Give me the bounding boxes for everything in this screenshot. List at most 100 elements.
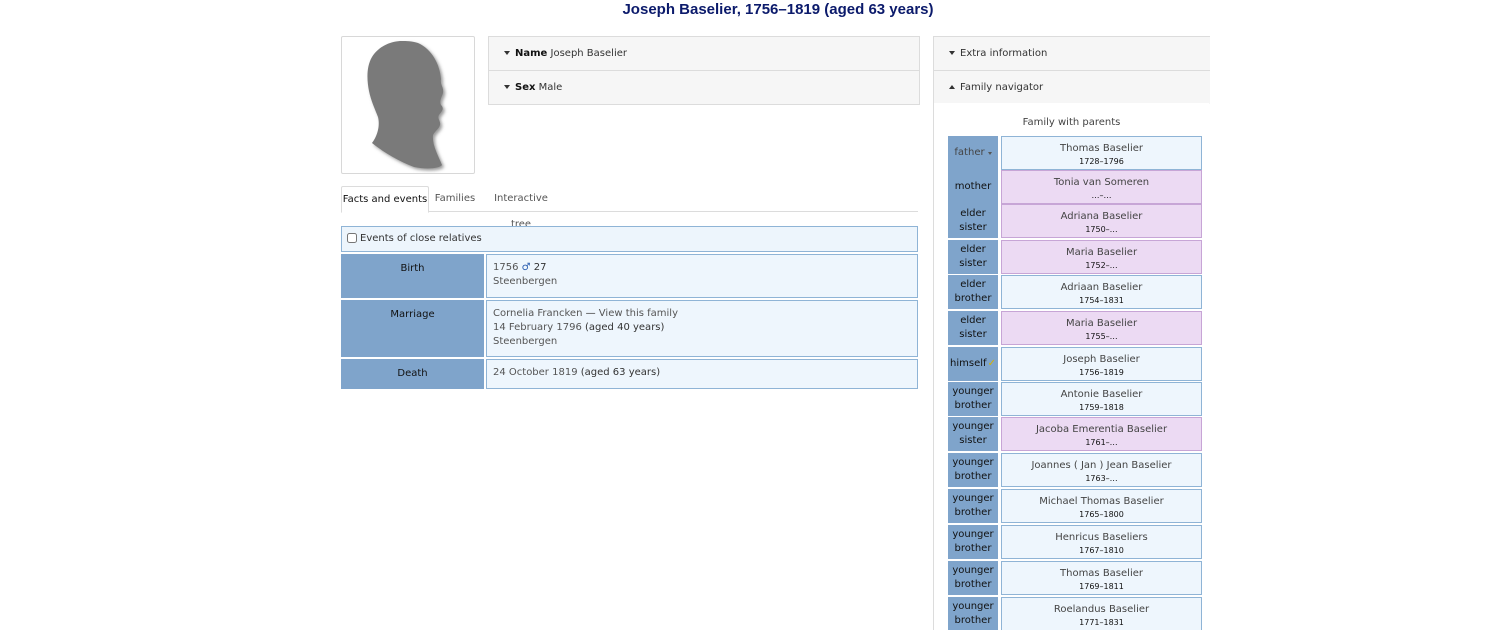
- family-member-row: elder sister Maria Baselier 1755–…: [948, 311, 1202, 345]
- person-name: Henricus Baseliers: [1055, 532, 1148, 543]
- extra-information-toggle[interactable]: Extra information: [934, 37, 1210, 70]
- view-family-link[interactable]: View this family: [599, 308, 678, 319]
- person-cell[interactable]: Maria Baselier 1755–…: [1001, 311, 1202, 345]
- male-icon: ♂: [521, 262, 531, 273]
- relation-cell: elder sister: [948, 240, 998, 274]
- person-photo[interactable]: [341, 36, 475, 174]
- relation-cell: elder sister: [948, 311, 998, 345]
- person-name: Maria Baselier: [1065, 318, 1138, 329]
- fact-label-birth: Birth: [341, 254, 484, 298]
- relation-label: himself: [950, 358, 987, 369]
- birth-place-link[interactable]: Steenbergen: [493, 276, 557, 287]
- separator: —: [585, 308, 596, 319]
- person-cell[interactable]: Thomas Baselier 1728–1796: [1001, 136, 1202, 170]
- birth-age: 27: [533, 262, 547, 273]
- marriage-age: (aged 40 years): [585, 322, 665, 333]
- person-cell[interactable]: Roelandus Baselier 1771–1831: [1001, 597, 1202, 630]
- relation-label: younger brother: [952, 457, 994, 482]
- person-cell[interactable]: Adriaan Baselier 1754–1831: [1001, 275, 1202, 309]
- person-years: 1767–1810: [1079, 546, 1124, 555]
- page-title: Joseph Baselier, 1756–1819 (aged 63 year…: [622, 1, 934, 18]
- person-cell[interactable]: Antonie Baselier 1759–1818: [1001, 382, 1202, 416]
- family-navigator: Family with parents father Thomas Baseli…: [933, 103, 1209, 630]
- name-value: Joseph Baselier: [550, 48, 627, 59]
- relation-label: elder sister: [959, 208, 987, 233]
- person-cell[interactable]: Tonia van Someren …–…: [1001, 170, 1202, 204]
- person-name: Thomas Baselier: [1060, 568, 1143, 579]
- person-name: Adriaan Baselier: [1060, 282, 1143, 293]
- sex-value: Male: [538, 82, 563, 93]
- checkbox-icon[interactable]: [347, 233, 357, 243]
- family-member-row: mother Tonia van Someren …–…: [948, 170, 1202, 204]
- close-relatives-toggle[interactable]: Events of close relatives: [341, 226, 918, 252]
- fact-row-death: Death 24 October 1819 (aged 63 years): [341, 359, 918, 389]
- family-navigator-toggle[interactable]: Family navigator: [934, 70, 1210, 104]
- person-name: Joannes ( Jan ) Jean Baselier: [1031, 460, 1172, 471]
- name-label: Name: [515, 48, 548, 59]
- family-member-row: elder sister Maria Baselier 1752–…: [948, 240, 1202, 274]
- close-relatives-label: Events of close relatives: [360, 233, 482, 244]
- family-navigator-label: Family navigator: [960, 82, 1044, 93]
- person-cell[interactable]: Maria Baselier 1752–…: [1001, 240, 1202, 274]
- relation-cell: mother: [948, 170, 998, 204]
- person-years: 1765–1800: [1079, 510, 1124, 519]
- person-name: Antonie Baselier: [1060, 389, 1143, 400]
- relation-label: mother: [954, 181, 992, 192]
- tab-bar: Facts and events Families Interactive tr…: [341, 186, 918, 230]
- caret-down-icon: [504, 51, 510, 55]
- caret-up-icon: [949, 85, 955, 89]
- family-member-row: father Thomas Baselier 1728–1796: [948, 136, 1202, 170]
- person-cell[interactable]: Joseph Baselier 1756–1819: [1001, 347, 1202, 381]
- relation-label: elder brother: [954, 279, 992, 304]
- family-member-row: younger brother Joannes ( Jan ) Jean Bas…: [948, 453, 1202, 487]
- sex-row[interactable]: Sex Male: [489, 70, 919, 104]
- person-cell[interactable]: Henricus Baseliers 1767–1810: [1001, 525, 1202, 559]
- person-cell[interactable]: Joannes ( Jan ) Jean Baselier 1763–…: [1001, 453, 1202, 487]
- person-cell[interactable]: Michael Thomas Baselier 1765–1800: [1001, 489, 1202, 523]
- family-member-row: younger brother Henricus Baseliers 1767–1…: [948, 525, 1202, 559]
- tab-facts-and-events[interactable]: Facts and events: [341, 186, 429, 213]
- fact-label-marriage: Marriage: [341, 300, 484, 357]
- person-name: Tonia van Someren: [1053, 177, 1150, 188]
- sidebar-accordion: Extra information Family navigator: [933, 36, 1210, 104]
- tab-families[interactable]: Families: [429, 186, 481, 211]
- family-member-row: younger brother Roelandus Baselier 1771–1…: [948, 597, 1202, 630]
- caret-down-icon: [987, 151, 992, 155]
- relation-label: elder sister: [959, 244, 987, 269]
- person-years: 1750–…: [1085, 225, 1118, 234]
- relation-cell: elder sister: [948, 204, 998, 238]
- person-cell[interactable]: Jacoba Emerentia Baselier 1761–…: [1001, 417, 1202, 451]
- relation-cell: younger brother: [948, 382, 998, 416]
- tab-interactive-tree[interactable]: Interactive tree: [487, 186, 555, 230]
- fact-value-marriage: Cornelia Francken — View this family 14 …: [486, 300, 918, 357]
- relation-cell: himself ✓: [948, 347, 998, 381]
- person-years: 1752–…: [1085, 261, 1118, 270]
- summary-accordion: Name Joseph Baselier Sex Male: [488, 36, 920, 105]
- relation-cell: younger brother: [948, 453, 998, 487]
- family-member-row: younger brother Michael Thomas Baselier 1…: [948, 489, 1202, 523]
- family-member-row: younger brother Thomas Baselier 1769–1811: [948, 561, 1202, 595]
- marriage-date-link[interactable]: 14 February 1796: [493, 322, 582, 333]
- marriage-place-link[interactable]: Steenbergen: [493, 336, 557, 347]
- relation-label: elder sister: [959, 315, 987, 340]
- relation-cell: younger brother: [948, 489, 998, 523]
- person-years: 1754–1831: [1079, 296, 1124, 305]
- fact-value-death: 24 October 1819 (aged 63 years): [486, 359, 918, 389]
- relation-cell: younger brother: [948, 597, 998, 630]
- person-cell[interactable]: Adriana Baselier 1750–…: [1001, 204, 1202, 238]
- spouse-link[interactable]: Cornelia Francken: [493, 308, 582, 319]
- relation-label: younger brother: [952, 601, 994, 626]
- relation-label: younger brother: [952, 493, 994, 518]
- person-name: Michael Thomas Baselier: [1039, 496, 1164, 507]
- birth-date-link[interactable]: 1756: [493, 262, 518, 273]
- death-date-link[interactable]: 24 October 1819: [493, 367, 578, 378]
- relation-cell[interactable]: father: [948, 136, 998, 170]
- person-years: 1756–1819: [1079, 368, 1124, 377]
- person-years: 1759–1818: [1079, 403, 1124, 412]
- person-cell[interactable]: Thomas Baselier 1769–1811: [1001, 561, 1202, 595]
- relation-cell: elder brother: [948, 275, 998, 309]
- fact-row-marriage: Marriage Cornelia Francken — View this f…: [341, 300, 918, 357]
- name-row[interactable]: Name Joseph Baselier: [489, 37, 919, 70]
- person-years: 1728–1796: [1079, 157, 1124, 166]
- family-member-row: elder brother Adriaan Baselier 1754–1831: [948, 275, 1202, 309]
